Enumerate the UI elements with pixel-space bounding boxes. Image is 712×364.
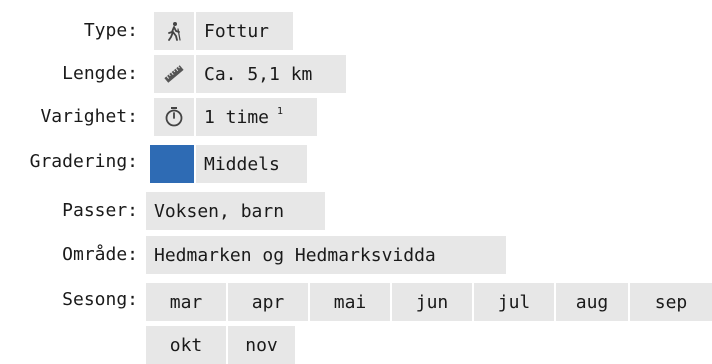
suits-label: Passer: [62,200,138,221]
duration-label: Varighet: [40,106,138,127]
season-month: jun [392,283,472,321]
season-month: aug [556,283,628,321]
grade-value: Middels [196,145,307,183]
season-month: nov [228,326,295,364]
area-value: Hedmarken og Hedmarksvidda [146,236,506,274]
season-month: apr [228,283,308,321]
duration-footnote-link[interactable]: 1 [277,106,283,117]
season-month: sep [630,283,712,321]
type-value: Fottur [196,12,293,50]
season-month: okt [146,326,226,364]
grade-label: Gradering: [29,151,138,172]
type-label: Type: [83,20,138,41]
suits-value: Voksen, barn [146,192,325,230]
area-label: Område: [62,244,138,265]
stopwatch-icon [154,98,194,136]
length-value: Ca. 5,1 km [196,55,346,93]
duration-text: 1 time [204,106,270,128]
hiker-icon [154,12,194,50]
season-label: Sesong: [62,289,138,310]
duration-value: 1 time 1 [196,98,317,136]
grade-color-swatch [150,145,194,183]
ruler-icon [154,55,194,93]
length-label: Lengde: [62,63,138,84]
season-month: jul [474,283,554,321]
season-month: mar [146,283,226,321]
season-month: mai [310,283,390,321]
